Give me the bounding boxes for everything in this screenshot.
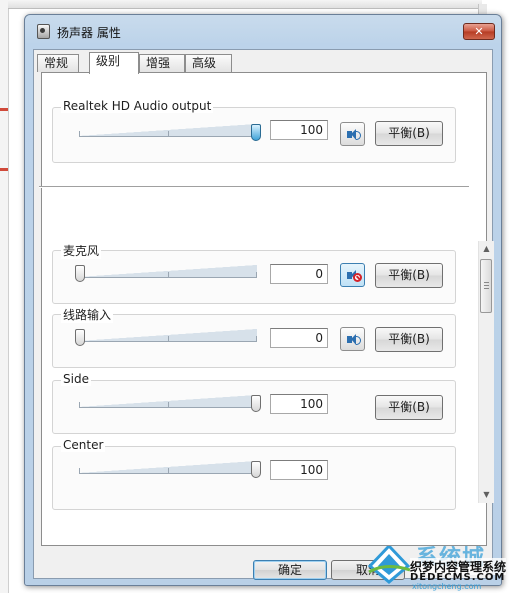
scroll-up-icon[interactable]: ▲ — [479, 241, 494, 257]
microphone-balance-button[interactable]: 平衡(B) — [375, 263, 443, 288]
line-in-slider-thumb[interactable] — [75, 329, 85, 346]
slider-tick — [168, 272, 169, 277]
speaker-icon-wave — [356, 131, 361, 140]
watermark-logo-icon — [367, 543, 411, 584]
background-accent — [0, 108, 8, 111]
center-slider-thumb[interactable] — [251, 461, 261, 478]
levels-tab-page: Realtek HD Audio output 100 平衡(B) 麦克风 0 … — [41, 72, 494, 546]
tab-enhancements[interactable]: 增强 — [139, 54, 185, 72]
scroll-thumb[interactable] — [480, 259, 492, 313]
channel-list-scrollbar[interactable]: ▲ ▼ — [478, 241, 494, 503]
scroll-grip — [484, 285, 489, 286]
title-bar[interactable]: 扬声器 属性 ✕ — [25, 15, 501, 45]
slider-baseline — [79, 473, 257, 474]
channel-microphone: 麦克风 0 平衡(B) — [52, 242, 456, 304]
background-window — [0, 0, 9, 593]
main-output-label: Realtek HD Audio output — [61, 99, 214, 113]
line-in-mute-button[interactable] — [340, 327, 365, 351]
line-in-slider[interactable] — [75, 325, 257, 349]
side-value[interactable]: 100 — [270, 394, 328, 414]
section-divider — [39, 186, 469, 188]
center-slider[interactable] — [79, 457, 261, 481]
slider-tick — [79, 402, 80, 407]
channel-label: 线路输入 — [61, 306, 114, 323]
channel-label: 麦克风 — [61, 242, 102, 259]
speaker-properties-dialog: 扬声器 属性 ✕ 常规 级别 增强 高级 Realtek HD Audio ou… — [24, 14, 502, 586]
channel-list: 麦克风 0 平衡(B) 线路输入 0 平衡(B) Side 100 平衡(B) … — [42, 231, 478, 529]
channel-label: Center — [61, 438, 106, 452]
main-output-mute-button[interactable] — [340, 122, 365, 146]
channel-side: Side 100 平衡(B) — [52, 372, 456, 434]
window-title: 扬声器 属性 — [57, 26, 121, 40]
main-output-slider-thumb[interactable] — [251, 124, 261, 141]
slider-baseline — [79, 341, 257, 342]
mute-indicator-icon — [353, 273, 362, 282]
tab-advanced[interactable]: 高级 — [185, 54, 232, 72]
channel-line-in: 线路输入 0 平衡(B) — [52, 306, 456, 368]
line-in-value[interactable]: 0 — [270, 328, 328, 348]
side-balance-button[interactable]: 平衡(B) — [375, 395, 443, 420]
slider-baseline — [79, 136, 257, 137]
scroll-down-icon[interactable]: ▼ — [479, 487, 494, 503]
slider-baseline — [79, 407, 257, 408]
main-output-balance-button[interactable]: 平衡(B) — [375, 121, 443, 146]
microphone-mute-button[interactable] — [340, 263, 365, 287]
scroll-grip — [484, 288, 489, 289]
channel-label: Side — [61, 372, 91, 386]
close-button[interactable]: ✕ — [463, 23, 495, 40]
background-window-top — [8, 0, 482, 9]
slider-tick — [256, 336, 257, 341]
line-in-balance-button[interactable]: 平衡(B) — [375, 327, 443, 352]
slider-baseline — [79, 277, 257, 278]
scroll-grip — [484, 282, 489, 283]
slider-tick — [168, 402, 169, 407]
microphone-value[interactable]: 0 — [270, 264, 328, 284]
speaker-app-icon — [37, 24, 50, 39]
slider-tick — [79, 131, 80, 136]
tab-general[interactable]: 常规 — [37, 54, 79, 72]
main-output-group: Realtek HD Audio output 100 平衡(B) — [52, 99, 456, 163]
channel-center: Center 100 — [52, 438, 456, 510]
background-accent — [0, 168, 8, 171]
slider-tick — [79, 468, 80, 473]
speaker-icon — [347, 334, 361, 345]
watermark-url-secondary: xitongcheng.com — [412, 582, 482, 591]
slider-tick — [256, 272, 257, 277]
slider-tick — [168, 468, 169, 473]
microphone-slider-thumb[interactable] — [75, 265, 85, 282]
center-value[interactable]: 100 — [270, 460, 328, 480]
tab-levels[interactable]: 级别 — [89, 52, 139, 74]
side-slider[interactable] — [79, 391, 261, 415]
side-slider-thumb[interactable] — [251, 395, 261, 412]
main-output-slider[interactable] — [79, 120, 261, 144]
speaker-icon — [347, 129, 361, 140]
microphone-slider[interactable] — [75, 261, 257, 285]
slider-tick — [168, 336, 169, 341]
slider-tick — [168, 131, 169, 136]
main-output-value[interactable]: 100 — [270, 120, 328, 140]
speaker-icon-wave — [356, 336, 361, 345]
ok-button[interactable]: 确定 — [253, 560, 327, 580]
